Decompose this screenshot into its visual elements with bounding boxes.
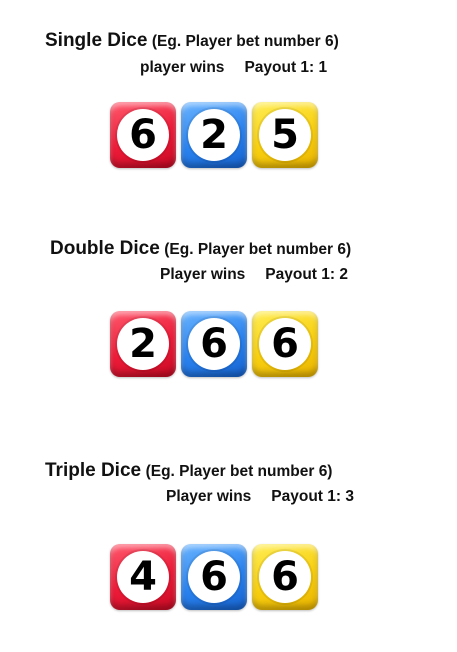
section-title-line: Single Dice (Eg. Player bet number 6) <box>45 30 339 52</box>
result-text: player wins <box>140 59 225 76</box>
result-line: player wins Payout 1: 1 <box>140 59 327 77</box>
red-die-icon: 6 <box>110 102 176 168</box>
section-title: Double Dice <box>50 238 160 259</box>
die-value: 6 <box>200 554 228 600</box>
section-title-line: Triple Dice (Eg. Player bet number 6) <box>45 460 332 482</box>
die-value: 6 <box>129 112 157 158</box>
result-line: Player wins Payout 1: 2 <box>160 266 348 284</box>
dice-row: 4 6 6 <box>110 544 318 610</box>
dice-row: 2 6 6 <box>110 311 318 377</box>
yellow-die-icon: 6 <box>252 311 318 377</box>
section-title: Single Dice <box>45 30 148 51</box>
red-die-icon: 4 <box>110 544 176 610</box>
die-value: 6 <box>200 321 228 367</box>
blue-die-icon: 2 <box>181 102 247 168</box>
die-value: 2 <box>200 112 228 158</box>
die-value: 4 <box>129 554 157 600</box>
result-text: Player wins <box>166 488 252 505</box>
die-value: 6 <box>271 321 299 367</box>
result-text: Player wins <box>160 266 246 283</box>
section-example: (Eg. Player bet number 6) <box>151 33 339 50</box>
dice-row: 6 2 5 <box>110 102 318 168</box>
section-title-line: Double Dice (Eg. Player bet number 6) <box>50 238 351 260</box>
blue-die-icon: 6 <box>181 544 247 610</box>
yellow-die-icon: 6 <box>252 544 318 610</box>
die-value: 2 <box>129 321 157 367</box>
payout-text: Payout 1: 1 <box>244 59 328 76</box>
blue-die-icon: 6 <box>181 311 247 377</box>
section-example: (Eg. Player bet number 6) <box>164 241 352 258</box>
result-line: Player wins Payout 1: 3 <box>166 488 354 506</box>
payout-text: Payout 1: 3 <box>271 488 354 505</box>
yellow-die-icon: 5 <box>252 102 318 168</box>
die-value: 6 <box>271 554 299 600</box>
die-value: 5 <box>271 112 299 158</box>
section-title: Triple Dice <box>45 460 142 481</box>
section-example: (Eg. Player bet number 6) <box>145 463 333 480</box>
payout-text: Payout 1: 2 <box>265 266 348 283</box>
red-die-icon: 2 <box>110 311 176 377</box>
